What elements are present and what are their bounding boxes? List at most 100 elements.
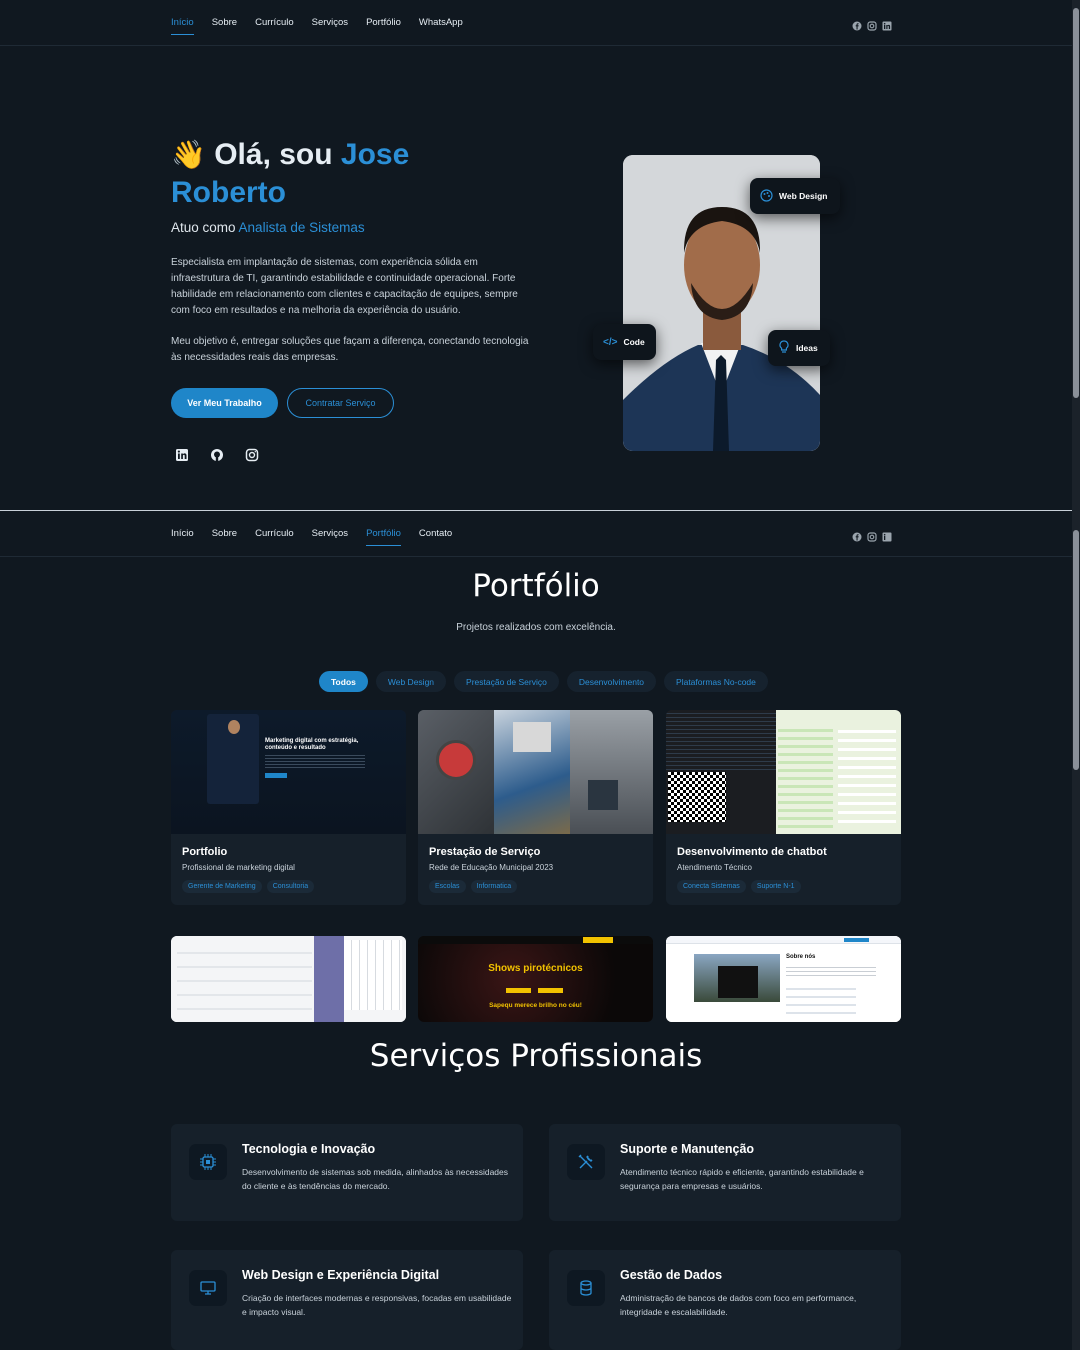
- card-title: Prestação de Serviço: [429, 846, 541, 858]
- badge-ideas: Ideas: [768, 330, 830, 366]
- nav-link-inicio[interactable]: Início: [171, 524, 194, 543]
- portfolio-thumbnail: Sobre nós: [666, 936, 901, 1022]
- nav-link-servicos[interactable]: Serviços: [312, 524, 348, 543]
- filter-desenvolvimento[interactable]: Desenvolvimento: [566, 671, 657, 692]
- tag: Consultoria: [266, 880, 315, 893]
- portfolio-card[interactable]: Sobre nós: [666, 936, 901, 1022]
- thumbnail-subheading: Sapequ merece brilho no céu!: [489, 1002, 582, 1009]
- thumbnail-heading: Shows pirotécnicos: [488, 963, 583, 974]
- nav-link-servicos[interactable]: Serviços: [312, 13, 348, 32]
- code-icon: </>: [603, 336, 618, 348]
- portfolio-card[interactable]: Desenvolvimento de chatbot Atendimento T…: [666, 710, 901, 905]
- nav-links: Início Sobre Currículo Serviços Portfóli…: [171, 524, 452, 546]
- portfolio-card[interactable]: [171, 936, 406, 1022]
- services-title: Serviços Profissionais: [369, 1038, 703, 1074]
- facebook-icon[interactable]: [852, 529, 862, 541]
- service-desc: Criação de interfaces modernas e respons…: [242, 1293, 512, 1317]
- thumbnail-heading: Marketing digital com estratégia, conteú…: [265, 738, 359, 751]
- badge-code-label: Code: [623, 337, 645, 347]
- card-desc: Atendimento Técnico: [677, 863, 753, 872]
- lightbulb-icon: [778, 340, 790, 356]
- nav-link-contato[interactable]: Contato: [419, 524, 452, 543]
- badge-web-design-label: Web Design: [779, 191, 828, 201]
- badge-code: </> Code: [593, 324, 656, 360]
- service-title: Gestão de Dados: [620, 1268, 723, 1282]
- service-title: Tecnologia e Inovação: [242, 1142, 376, 1156]
- hero-name-last: Roberto: [171, 176, 286, 209]
- service-desc: Desenvolvimento de sistemas sob medida, …: [242, 1167, 509, 1191]
- service-desc: Atendimento técnico rápido e eficiente, …: [620, 1167, 864, 1191]
- service-card: Tecnologia e Inovação Desenvolvimento de…: [171, 1124, 523, 1221]
- instagram-icon[interactable]: [867, 529, 877, 542]
- nav-link-curriculo[interactable]: Currículo: [255, 524, 294, 543]
- filter-no-code[interactable]: Plataformas No-code: [664, 671, 768, 692]
- nav-link-sobre[interactable]: Sobre: [212, 13, 237, 32]
- card-tags: Conecta Sistemas Suporte N-1: [677, 880, 901, 893]
- service-card: Suporte e Manutenção Atendimento técnico…: [549, 1124, 901, 1221]
- portfolio-title: Portfólio: [472, 568, 600, 604]
- portfolio-thumbnail: Shows pirotécnicos Sapequ merece brilho …: [418, 936, 653, 1022]
- scrollbar-thumb[interactable]: [1073, 8, 1079, 398]
- nav-link-portfolio[interactable]: Portfólio: [366, 524, 401, 546]
- nav-link-portfolio[interactable]: Portfólio: [366, 13, 401, 32]
- portfolio-thumbnail: [666, 710, 901, 834]
- portfolio-card[interactable]: Prestação de Serviço Rede de Educação Mu…: [418, 710, 653, 905]
- nav-social-icons: [852, 18, 892, 31]
- linkedin-icon[interactable]: [175, 448, 191, 464]
- thumbnail-heading: Sobre nós: [786, 954, 816, 960]
- chip-icon: [189, 1144, 227, 1180]
- tag: Suporte N-1: [750, 880, 801, 893]
- card-title: Desenvolvimento de chatbot: [677, 846, 827, 858]
- nav-link-sobre[interactable]: Sobre: [212, 524, 237, 543]
- nav-link-whatsapp[interactable]: WhatsApp: [419, 13, 463, 32]
- instagram-icon[interactable]: [867, 18, 877, 31]
- service-card: Gestão de Dados Administração de bancos …: [549, 1250, 901, 1350]
- hero-paragraph-2: Meu objetivo é, entregar soluções que fa…: [171, 336, 529, 363]
- see-work-button[interactable]: Ver Meu Trabalho: [171, 388, 278, 418]
- page-scrollbar[interactable]: [1072, 0, 1080, 1350]
- portfolio-thumbnail: Marketing digital com estratégia, conteú…: [171, 710, 406, 834]
- nav-link-inicio[interactable]: Início: [171, 13, 194, 35]
- nav-link-curriculo[interactable]: Currículo: [255, 13, 294, 32]
- monitor-icon: [189, 1270, 227, 1306]
- instagram-icon[interactable]: [245, 448, 261, 464]
- filter-prestacao-servico[interactable]: Prestação de Serviço: [454, 671, 559, 692]
- facebook-icon[interactable]: [852, 18, 862, 30]
- tag: Gerente de Marketing: [182, 880, 262, 893]
- badge-web-design: Web Design: [750, 178, 840, 214]
- linkedin-icon[interactable]: [882, 529, 892, 541]
- scrollbar-thumb[interactable]: [1073, 530, 1079, 770]
- card-title: Portfolio: [182, 846, 228, 858]
- hire-service-button[interactable]: Contratar Serviço: [287, 388, 394, 418]
- service-desc: Administração de bancos de dados com foc…: [620, 1293, 857, 1317]
- service-card: Web Design e Experiência Digital Criação…: [171, 1250, 523, 1350]
- filter-web-design[interactable]: Web Design: [375, 671, 447, 692]
- portfolio-card[interactable]: Marketing digital com estratégia, conteú…: [171, 710, 406, 905]
- linkedin-icon[interactable]: [882, 18, 892, 30]
- portfolio-card[interactable]: Shows pirotécnicos Sapequ merece brilho …: [418, 936, 653, 1022]
- card-tags: Escolas Informatica: [429, 880, 653, 893]
- wave-emoji: 👋: [171, 139, 206, 170]
- nav-social-icons: [852, 529, 892, 542]
- top-navbar: Início Sobre Currículo Serviços Portfóli…: [0, 0, 1072, 46]
- nav-links: Início Sobre Currículo Serviços Portfóli…: [171, 13, 463, 35]
- filter-todos[interactable]: Todos: [319, 671, 368, 692]
- hero-role-title: Analista de Sistemas: [238, 220, 365, 235]
- hero-paragraph-1: Especialista em implantação de sistemas,…: [171, 257, 518, 316]
- portfolio-filters: Todos Web Design Prestação de Serviço De…: [319, 671, 768, 692]
- service-title: Web Design e Experiência Digital: [242, 1268, 440, 1282]
- sticky-navbar: Início Sobre Currículo Serviços Portfóli…: [0, 511, 1072, 557]
- hero-name-first: Jose: [340, 138, 410, 171]
- portfolio-thumbnail: [171, 936, 406, 1022]
- card-desc: Profissional de marketing digital: [182, 863, 295, 872]
- hero-greeting: Olá, sou: [214, 138, 341, 171]
- github-icon[interactable]: [210, 448, 226, 464]
- hero-heading: 👋 Olá, sou Jose Roberto: [171, 136, 409, 212]
- tag: Conecta Sistemas: [677, 880, 746, 893]
- portfolio-thumbnail: [418, 710, 653, 834]
- tag: Escolas: [429, 880, 466, 893]
- portfolio-subtitle: Projetos realizados com excelência.: [456, 622, 616, 633]
- tag: Informatica: [470, 880, 518, 893]
- hero-role-prefix: Atuo como: [171, 220, 239, 235]
- badge-ideas-label: Ideas: [796, 343, 818, 353]
